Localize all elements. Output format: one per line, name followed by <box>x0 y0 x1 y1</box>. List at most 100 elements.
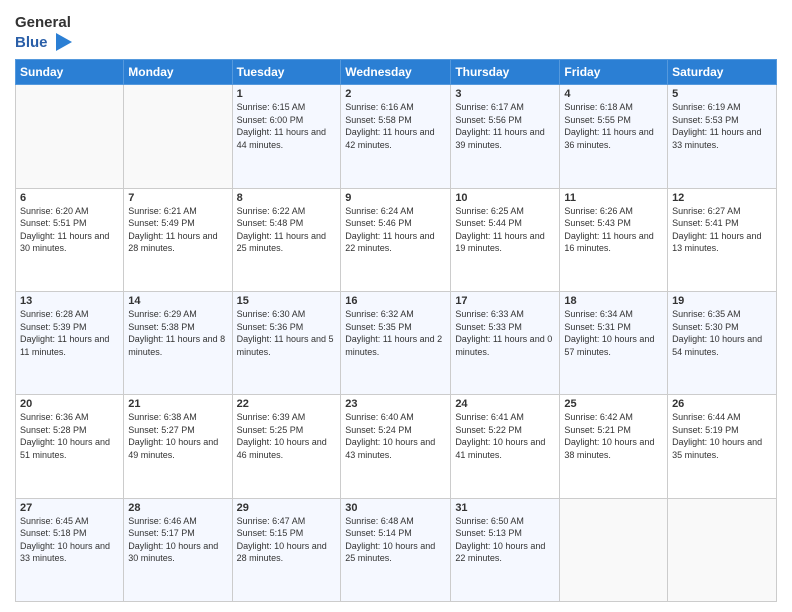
day-cell: 11Sunrise: 6:26 AM Sunset: 5:43 PM Dayli… <box>560 188 668 291</box>
day-number: 20 <box>20 398 119 410</box>
day-info: Sunrise: 6:47 AM Sunset: 5:15 PM Dayligh… <box>237 515 337 565</box>
day-number: 18 <box>564 295 663 307</box>
day-info: Sunrise: 6:17 AM Sunset: 5:56 PM Dayligh… <box>455 101 555 151</box>
day-number: 27 <box>20 502 119 514</box>
weekday-wednesday: Wednesday <box>341 60 451 85</box>
day-info: Sunrise: 6:39 AM Sunset: 5:25 PM Dayligh… <box>237 411 337 461</box>
day-cell: 16Sunrise: 6:32 AM Sunset: 5:35 PM Dayli… <box>341 291 451 394</box>
day-info: Sunrise: 6:33 AM Sunset: 5:33 PM Dayligh… <box>455 308 555 358</box>
day-cell: 24Sunrise: 6:41 AM Sunset: 5:22 PM Dayli… <box>451 395 560 498</box>
day-cell: 17Sunrise: 6:33 AM Sunset: 5:33 PM Dayli… <box>451 291 560 394</box>
day-cell: 19Sunrise: 6:35 AM Sunset: 5:30 PM Dayli… <box>668 291 777 394</box>
day-number: 15 <box>237 295 337 307</box>
day-number: 24 <box>455 398 555 410</box>
day-number: 6 <box>20 192 119 204</box>
day-cell: 9Sunrise: 6:24 AM Sunset: 5:46 PM Daylig… <box>341 188 451 291</box>
day-number: 14 <box>128 295 227 307</box>
week-row-5: 27Sunrise: 6:45 AM Sunset: 5:18 PM Dayli… <box>16 498 777 601</box>
day-info: Sunrise: 6:24 AM Sunset: 5:46 PM Dayligh… <box>345 205 446 255</box>
day-cell: 4Sunrise: 6:18 AM Sunset: 5:55 PM Daylig… <box>560 85 668 188</box>
day-cell: 15Sunrise: 6:30 AM Sunset: 5:36 PM Dayli… <box>232 291 341 394</box>
day-info: Sunrise: 6:44 AM Sunset: 5:19 PM Dayligh… <box>672 411 772 461</box>
day-info: Sunrise: 6:16 AM Sunset: 5:58 PM Dayligh… <box>345 101 446 151</box>
weekday-header-row: SundayMondayTuesdayWednesdayThursdayFrid… <box>16 60 777 85</box>
calendar-header: SundayMondayTuesdayWednesdayThursdayFrid… <box>16 60 777 85</box>
day-info: Sunrise: 6:21 AM Sunset: 5:49 PM Dayligh… <box>128 205 227 255</box>
day-number: 13 <box>20 295 119 307</box>
day-cell: 10Sunrise: 6:25 AM Sunset: 5:44 PM Dayli… <box>451 188 560 291</box>
day-info: Sunrise: 6:26 AM Sunset: 5:43 PM Dayligh… <box>564 205 663 255</box>
day-cell <box>560 498 668 601</box>
day-number: 1 <box>237 88 337 100</box>
day-info: Sunrise: 6:27 AM Sunset: 5:41 PM Dayligh… <box>672 205 772 255</box>
day-number: 28 <box>128 502 227 514</box>
day-number: 23 <box>345 398 446 410</box>
day-info: Sunrise: 6:35 AM Sunset: 5:30 PM Dayligh… <box>672 308 772 358</box>
day-number: 2 <box>345 88 446 100</box>
day-cell <box>124 85 232 188</box>
day-cell: 26Sunrise: 6:44 AM Sunset: 5:19 PM Dayli… <box>668 395 777 498</box>
day-number: 21 <box>128 398 227 410</box>
day-info: Sunrise: 6:18 AM Sunset: 5:55 PM Dayligh… <box>564 101 663 151</box>
day-info: Sunrise: 6:19 AM Sunset: 5:53 PM Dayligh… <box>672 101 772 151</box>
day-cell: 3Sunrise: 6:17 AM Sunset: 5:56 PM Daylig… <box>451 85 560 188</box>
day-info: Sunrise: 6:40 AM Sunset: 5:24 PM Dayligh… <box>345 411 446 461</box>
day-number: 29 <box>237 502 337 514</box>
day-cell: 18Sunrise: 6:34 AM Sunset: 5:31 PM Dayli… <box>560 291 668 394</box>
day-number: 26 <box>672 398 772 410</box>
day-cell: 31Sunrise: 6:50 AM Sunset: 5:13 PM Dayli… <box>451 498 560 601</box>
day-cell: 21Sunrise: 6:38 AM Sunset: 5:27 PM Dayli… <box>124 395 232 498</box>
day-info: Sunrise: 6:45 AM Sunset: 5:18 PM Dayligh… <box>20 515 119 565</box>
day-info: Sunrise: 6:48 AM Sunset: 5:14 PM Dayligh… <box>345 515 446 565</box>
day-cell: 25Sunrise: 6:42 AM Sunset: 5:21 PM Dayli… <box>560 395 668 498</box>
day-number: 30 <box>345 502 446 514</box>
day-cell: 23Sunrise: 6:40 AM Sunset: 5:24 PM Dayli… <box>341 395 451 498</box>
day-number: 25 <box>564 398 663 410</box>
day-info: Sunrise: 6:38 AM Sunset: 5:27 PM Dayligh… <box>128 411 227 461</box>
day-cell: 29Sunrise: 6:47 AM Sunset: 5:15 PM Dayli… <box>232 498 341 601</box>
calendar-body: 1Sunrise: 6:15 AM Sunset: 6:00 PM Daylig… <box>16 85 777 602</box>
day-cell: 27Sunrise: 6:45 AM Sunset: 5:18 PM Dayli… <box>16 498 124 601</box>
day-cell: 12Sunrise: 6:27 AM Sunset: 5:41 PM Dayli… <box>668 188 777 291</box>
day-number: 7 <box>128 192 227 204</box>
weekday-thursday: Thursday <box>451 60 560 85</box>
day-info: Sunrise: 6:34 AM Sunset: 5:31 PM Dayligh… <box>564 308 663 358</box>
day-info: Sunrise: 6:15 AM Sunset: 6:00 PM Dayligh… <box>237 101 337 151</box>
week-row-3: 13Sunrise: 6:28 AM Sunset: 5:39 PM Dayli… <box>16 291 777 394</box>
day-number: 17 <box>455 295 555 307</box>
day-cell: 22Sunrise: 6:39 AM Sunset: 5:25 PM Dayli… <box>232 395 341 498</box>
day-cell: 2Sunrise: 6:16 AM Sunset: 5:58 PM Daylig… <box>341 85 451 188</box>
day-cell: 28Sunrise: 6:46 AM Sunset: 5:17 PM Dayli… <box>124 498 232 601</box>
day-number: 12 <box>672 192 772 204</box>
day-cell: 8Sunrise: 6:22 AM Sunset: 5:48 PM Daylig… <box>232 188 341 291</box>
day-cell: 14Sunrise: 6:29 AM Sunset: 5:38 PM Dayli… <box>124 291 232 394</box>
weekday-sunday: Sunday <box>16 60 124 85</box>
day-cell: 13Sunrise: 6:28 AM Sunset: 5:39 PM Dayli… <box>16 291 124 394</box>
day-info: Sunrise: 6:32 AM Sunset: 5:35 PM Dayligh… <box>345 308 446 358</box>
day-cell <box>668 498 777 601</box>
day-number: 19 <box>672 295 772 307</box>
calendar-table: SundayMondayTuesdayWednesdayThursdayFrid… <box>15 59 777 602</box>
day-cell: 6Sunrise: 6:20 AM Sunset: 5:51 PM Daylig… <box>16 188 124 291</box>
day-cell: 1Sunrise: 6:15 AM Sunset: 6:00 PM Daylig… <box>232 85 341 188</box>
day-cell: 30Sunrise: 6:48 AM Sunset: 5:14 PM Dayli… <box>341 498 451 601</box>
day-info: Sunrise: 6:29 AM Sunset: 5:38 PM Dayligh… <box>128 308 227 358</box>
day-cell <box>16 85 124 188</box>
day-number: 10 <box>455 192 555 204</box>
weekday-tuesday: Tuesday <box>232 60 341 85</box>
day-number: 4 <box>564 88 663 100</box>
day-number: 8 <box>237 192 337 204</box>
day-info: Sunrise: 6:42 AM Sunset: 5:21 PM Dayligh… <box>564 411 663 461</box>
day-info: Sunrise: 6:30 AM Sunset: 5:36 PM Dayligh… <box>237 308 337 358</box>
page: General Blue SundayMondayTuesdayWednesda… <box>0 0 792 612</box>
logo-text: General Blue <box>15 14 72 53</box>
day-info: Sunrise: 6:28 AM Sunset: 5:39 PM Dayligh… <box>20 308 119 358</box>
weekday-friday: Friday <box>560 60 668 85</box>
blue-arrow-icon <box>50 31 72 53</box>
header: General Blue <box>15 10 777 53</box>
day-number: 9 <box>345 192 446 204</box>
day-number: 5 <box>672 88 772 100</box>
day-info: Sunrise: 6:25 AM Sunset: 5:44 PM Dayligh… <box>455 205 555 255</box>
weekday-saturday: Saturday <box>668 60 777 85</box>
logo: General Blue <box>15 14 72 53</box>
